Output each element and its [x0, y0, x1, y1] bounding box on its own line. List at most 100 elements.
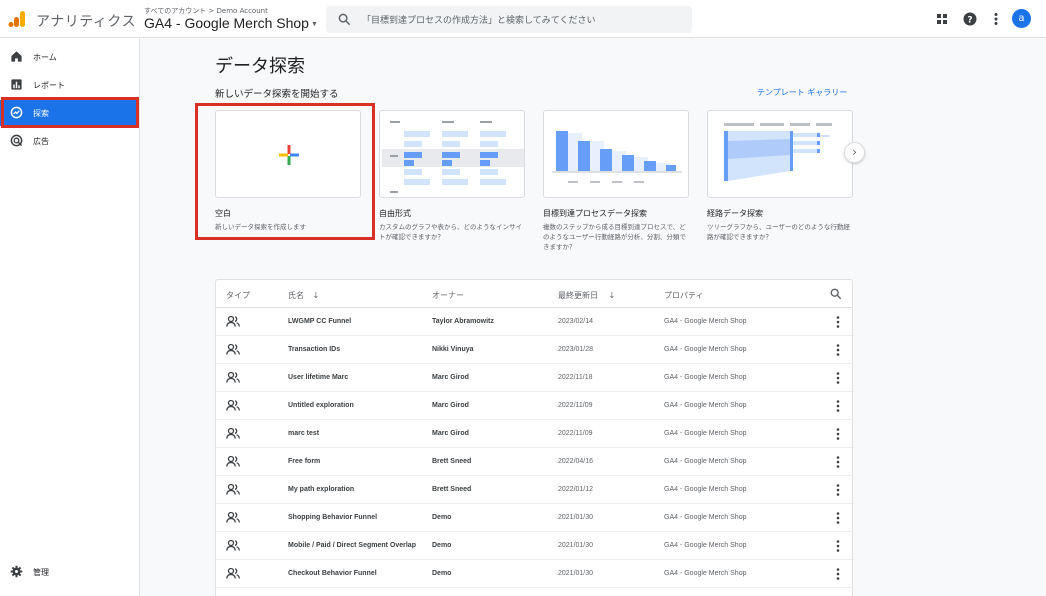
more-vert-icon[interactable]: [836, 540, 840, 552]
column-header-modified[interactable]: 最終更新日 ↓: [558, 290, 615, 301]
more-vert-icon[interactable]: [836, 372, 840, 384]
more-vert-icon[interactable]: [836, 512, 840, 524]
highlight-box-explore: [1, 97, 139, 128]
more-vert-icon[interactable]: [988, 11, 1004, 27]
shared-users-icon: [226, 567, 240, 579]
search-icon[interactable]: [830, 288, 842, 300]
shared-users-icon: [226, 315, 240, 327]
more-vert-icon[interactable]: [836, 484, 840, 496]
more-vert-icon[interactable]: [836, 316, 840, 328]
search-placeholder: 「目標到達プロセスの作成方法」と検索してみてください: [362, 16, 596, 26]
modified-date: 2022/11/18: [558, 374, 593, 381]
sidebar-item-label: 広告: [33, 137, 49, 146]
more-vert-icon[interactable]: [836, 456, 840, 468]
template-card-path[interactable]: 経路データ探索 ツリーグラフから、ユーザーのどのような行動経路が確認できますか？: [707, 110, 853, 242]
property-name: GA4 - Google Merch Shop: [664, 458, 747, 465]
svg-text:?: ?: [967, 16, 972, 26]
column-header-label: 最終更新日: [558, 291, 598, 300]
modified-date: 2021/01/30: [558, 542, 594, 549]
shared-users-icon: [226, 511, 240, 523]
more-vert-icon[interactable]: [836, 344, 840, 356]
sidebar-item-reports[interactable]: レポート: [0, 72, 136, 98]
exploration-name[interactable]: Shopping Behavior Funnel: [288, 514, 377, 521]
property-name: GA4 - Google Merch Shop: [664, 514, 747, 521]
search-icon: [338, 13, 351, 26]
owner-name: Marc Girod: [432, 430, 469, 437]
column-header-name[interactable]: 氏名 ↓: [288, 290, 319, 301]
owner-name: Brett Sneed: [432, 486, 472, 493]
exploration-name[interactable]: LWGMP CC Funnel: [288, 318, 351, 325]
modified-date: 2022/11/09: [558, 430, 593, 437]
exploration-name[interactable]: marc test: [288, 430, 319, 437]
owner-name: Nikki Vinuya: [432, 346, 474, 353]
owner-name: Demo: [432, 542, 452, 549]
owner-name: Marc Girod: [432, 402, 469, 409]
exploration-name[interactable]: Transaction IDs: [288, 346, 340, 353]
exploration-name[interactable]: Checkout Behavior Funnel: [288, 570, 377, 577]
card-thumbnail: [543, 110, 689, 198]
more-vert-icon[interactable]: [836, 568, 840, 580]
table-row[interactable]: Free form Brett Sneed 2022/04/16 GA4 - Goog…: [216, 448, 852, 476]
owner-name: Demo: [432, 570, 452, 577]
avatar[interactable]: a: [1012, 9, 1031, 28]
table-row[interactable]: My path exploration Brett Sneed 2022/01/12…: [216, 476, 852, 504]
table-row[interactable]: User lifetime Marc Marc Girod 2022/11/18 GA…: [216, 364, 852, 392]
card-description: ツリーグラフから、ユーザーのどのような行動経路が確認できますか？: [707, 223, 850, 241]
modified-date: 2021/01/30: [558, 514, 594, 521]
table-row[interactable]: marc test Marc Girod 2022/11/09 GA4 - Googl…: [216, 420, 852, 448]
column-header-property: プロパティ: [664, 291, 704, 300]
funnel-chart-icon: [552, 131, 682, 183]
shared-users-icon: [226, 427, 240, 439]
reports-icon: [11, 79, 22, 90]
search-bar[interactable]: 「目標到達プロセスの作成方法」と検索してみてください: [326, 6, 692, 33]
exploration-name[interactable]: Free form: [288, 458, 320, 465]
gear-icon: [10, 565, 23, 578]
sidebar-item-advertising[interactable]: 広告: [0, 128, 136, 154]
card-title: 経路データ探索: [707, 209, 763, 218]
template-card-funnel[interactable]: 目標到達プロセスデータ探索 複数のステップから成る目標到達プロセスで、どのような…: [543, 110, 689, 252]
analytics-logo[interactable]: [8, 10, 26, 28]
table-row[interactable]: Mobile / Paid / Direct Segment Overlap De…: [216, 532, 852, 560]
card-description: カスタムのグラフや表から、どのようなインサイトが確認できますか？: [379, 223, 522, 241]
column-header-owner[interactable]: オーナー: [432, 290, 464, 301]
top-bar: アナリティクス すべてのアカウント > Demo Account GA4 - G…: [0, 0, 1046, 38]
table-row[interactable]: Transaction IDs Nikki Vinuya 2023/01/28 GA4…: [216, 336, 852, 364]
table-row[interactable]: Shopping Behavior Funnel Demo 2021/01/30 GA…: [216, 504, 852, 532]
arrow-down-icon: ↓: [312, 291, 320, 300]
page-title: データ探索: [215, 56, 305, 77]
sidebar-item-admin[interactable]: 管理: [0, 559, 136, 585]
modified-date: 2022/04/16: [558, 458, 594, 465]
property-name: GA4 - Google Merch Shop: [664, 346, 747, 353]
more-vert-icon[interactable]: [836, 428, 840, 440]
chevron-right-icon: ›: [852, 145, 857, 159]
column-header-type: タイプ: [226, 291, 250, 300]
app-title: アナリティクス: [36, 14, 136, 30]
exploration-name[interactable]: My path exploration: [288, 486, 354, 493]
help-icon[interactable]: ?: [962, 11, 978, 27]
arrow-down-icon: ↓: [608, 291, 616, 300]
advertising-icon: [10, 134, 23, 147]
owner-name: Taylor Abramowitz: [432, 318, 494, 325]
apps-grid-icon[interactable]: [934, 11, 950, 27]
shared-users-icon: [226, 539, 240, 551]
exploration-name[interactable]: Mobile / Paid / Direct Segment Overlap: [288, 542, 416, 549]
modified-date: 2022/11/09: [558, 402, 593, 409]
sidebar-item-home[interactable]: ホーム: [0, 44, 136, 70]
sidebar-item-label: 管理: [33, 568, 49, 577]
carousel-next-button[interactable]: ›: [844, 142, 865, 163]
more-vert-icon[interactable]: [836, 400, 840, 412]
sidebar-item-label: レポート: [33, 81, 65, 90]
table-row[interactable]: Checkout Behavior Funnel Demo 2021/01/30 GA…: [216, 560, 852, 588]
template-card-free-form[interactable]: 自由形式 カスタムのグラフや表から、どのようなインサイトが確認できますか？: [379, 110, 525, 242]
table-row[interactable]: Untitled exploration Marc Girod 2022/11/09…: [216, 392, 852, 420]
caret-down-icon: ▼: [310, 20, 318, 28]
property-selector[interactable]: GA4 - Google Merch Shop ▼: [144, 15, 318, 31]
exploration-name[interactable]: Untitled exploration: [288, 402, 354, 409]
table-row[interactable]: LWGMP CC Funnel Taylor Abramowitz 2023/02/…: [216, 308, 852, 336]
explorations-table: タイプ 氏名 ↓ オーナー 最終更新日 ↓ プロパティ LWGMP CC Fun…: [215, 279, 853, 596]
modified-date: 2023/01/28: [558, 346, 594, 353]
exploration-name[interactable]: User lifetime Marc: [288, 374, 348, 381]
template-gallery-link[interactable]: テンプレート ギャラリー: [757, 87, 847, 98]
owner-name: Brett Sneed: [432, 458, 472, 465]
table-preview-icon: [382, 121, 524, 193]
